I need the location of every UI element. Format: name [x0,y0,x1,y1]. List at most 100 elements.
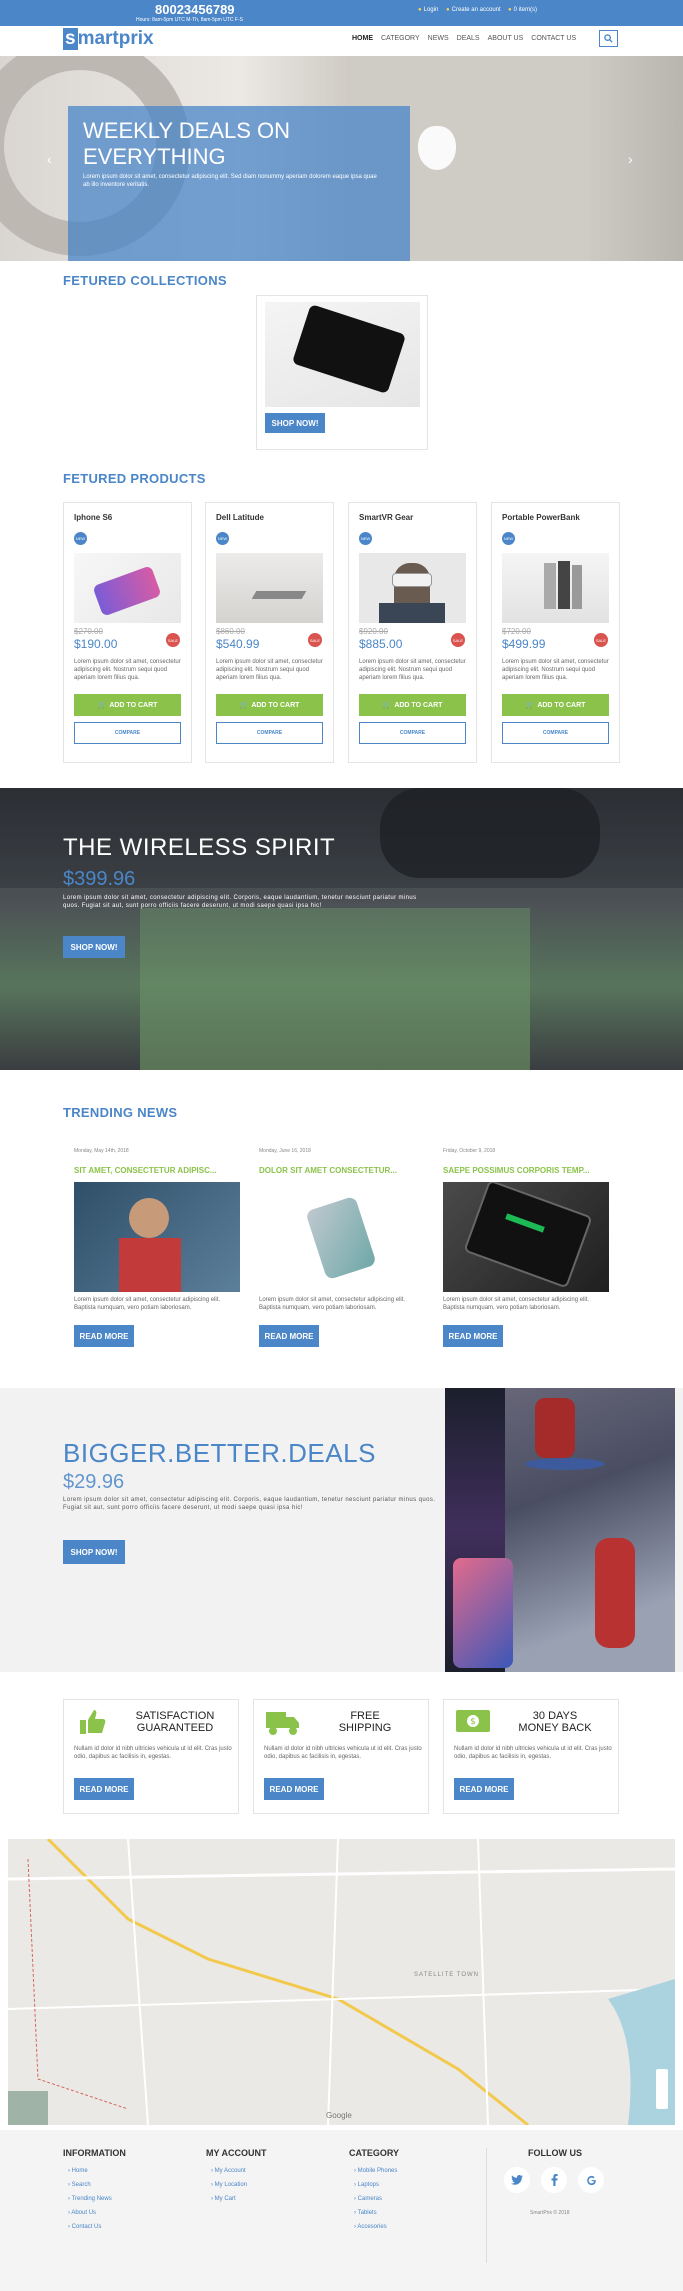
feature-read-more-button[interactable]: READ MORE [454,1778,514,1800]
news-text: Lorem ipsum dolor sit amet, consectetur … [443,1297,590,1311]
feature-line2: SHIPPING [338,1722,392,1734]
read-more-button[interactable]: READ MORE [259,1325,319,1347]
facebook-button[interactable] [541,2167,567,2193]
create-account-link[interactable]: ● Create an account [446,7,501,13]
sale-badge: SALE [166,633,180,647]
footer: INFORMATION › Home › Search › Trending N… [0,2130,683,2291]
news-heading[interactable]: SIT AMET, CONSECTETUR ADIPISC... [74,1166,217,1175]
feature-card: SATISFACTION GUARANTEED Nullam id dolor i… [63,1699,239,1814]
money-icon: $ [456,1710,490,1732]
new-badge: NEW [502,532,515,545]
old-price: $860.00 [216,627,245,636]
news-heading[interactable]: SAEPE POSSIMUS CORPORIS TEMP... [443,1166,590,1175]
footer-link[interactable]: › About Us [68,2206,112,2220]
footer-follow-title: FOLLOW US [528,2148,582,2158]
compare-button[interactable]: COMPARE [359,722,466,744]
hero-title: WEEKLY DEALS ON EVERYTHING [83,118,291,169]
map-roads [8,1839,675,2125]
login-link[interactable]: ● Login [418,7,438,13]
product-card: Dell Latitude NEW $860.00 $540.99 SALE L… [205,502,334,763]
add-to-cart-button[interactable]: 🛒 ADD TO CART [216,694,323,716]
compare-button[interactable]: COMPARE [74,722,181,744]
compare-button[interactable]: COMPARE [502,722,609,744]
nav-home[interactable]: HOME [352,35,373,42]
footer-link[interactable]: › My Account [211,2164,247,2178]
zoom-controls[interactable] [656,2069,668,2109]
cart-icon: 🛒 [97,702,107,709]
deals-banner: BIGGER.BETTER.DEALS $29.96 Lorem ipsum d… [0,1388,683,1672]
google-plus-button[interactable] [578,2167,604,2193]
footer-link[interactable]: › Search [68,2178,112,2192]
add-to-cart-button[interactable]: 🛒 ADD TO CART [74,694,181,716]
footer-link[interactable]: › My Cart [211,2192,247,2206]
footer-link[interactable]: › Trending News [68,2192,112,2206]
user-icon: ● [446,7,450,13]
logo-text: martprix [77,28,154,49]
nav-contact[interactable]: CONTACT US [531,35,576,42]
featured-collections-title: FETURED COLLECTIONS [63,273,227,288]
feature-line1: 30 DAYS [532,1710,578,1722]
news-date: Friday, October 9, 2018 [443,1148,496,1154]
product-name[interactable]: Portable PowerBank [502,513,580,522]
nav-deals[interactable]: DEALS [457,35,480,42]
cart-link[interactable]: ● 0 item(s) [508,7,537,13]
footer-link[interactable]: › Home [68,2164,112,2178]
footer-link[interactable]: › Accesories [354,2220,397,2234]
wireless-text: Lorem ipsum dolor sit amet, consectetur … [63,895,417,909]
trending-news-title: TRENDING NEWS [63,1105,178,1120]
footer-link[interactable]: › Mobile Phones [354,2164,397,2178]
footer-category-title: CATEGORY [349,2148,400,2158]
feature-text: Nullam id dolor id nibh ultricies vehicu… [74,1746,232,1760]
lock-icon: ● [418,7,422,13]
nav-news[interactable]: NEWS [428,35,449,42]
old-price: $920.00 [359,627,388,636]
cart-icon: 🛒 [239,702,249,709]
product-name[interactable]: Dell Latitude [216,513,264,522]
product-name[interactable]: SmartVR Gear [359,513,413,522]
next-arrow-icon[interactable]: › [628,151,633,167]
footer-link[interactable]: › My Location [211,2178,247,2192]
feature-read-more-button[interactable]: READ MORE [74,1778,134,1800]
footer-category-links: › Mobile Phones › Laptops › Cameras › Ta… [354,2164,397,2234]
wireless-shop-button[interactable]: SHOP NOW! [63,936,125,958]
new-badge: NEW [359,532,372,545]
google-icon [586,2175,596,2185]
twitter-button[interactable] [504,2167,530,2193]
news-text: Lorem ipsum dolor sit amet, consectetur … [74,1297,221,1311]
feature-read-more-button[interactable]: READ MORE [264,1778,324,1800]
product-image-powerbank [502,553,609,623]
nav-category[interactable]: CATEGORY [381,35,420,42]
news-image-child [74,1182,240,1292]
main-nav: HOME CATEGORY NEWS DEALS ABOUT US CONTAC… [352,35,576,42]
news-image-phone [259,1182,425,1292]
add-to-cart-button[interactable]: 🛒 ADD TO CART [502,694,609,716]
new-badge: NEW [216,532,229,545]
news-heading[interactable]: DOLOR SIT AMET CONSECTETUR... [259,1166,397,1175]
map[interactable]: SATELLITE TOWN Google [8,1839,675,2125]
logo[interactable]: s martprix [63,26,154,52]
news-text: Lorem ipsum dolor sit amet, consectetur … [259,1297,406,1311]
footer-link[interactable]: › Cameras [354,2192,397,2206]
collection-shop-button[interactable]: SHOP NOW! [265,413,325,433]
read-more-button[interactable]: READ MORE [443,1325,503,1347]
hero-caption: WEEKLY DEALS ON EVERYTHING Lorem ipsum d… [68,106,410,261]
read-more-button[interactable]: READ MORE [74,1325,134,1347]
prev-arrow-icon[interactable]: ‹ [47,151,52,167]
feature-line2: GUARANTEED [136,1722,214,1734]
price: $499.99 [502,637,546,651]
compare-button[interactable]: COMPARE [216,722,323,744]
footer-link[interactable]: › Laptops [354,2178,397,2192]
feature-title: FREE SHIPPING [306,1710,424,1734]
header: s martprix HOME CATEGORY NEWS DEALS ABOU… [0,26,683,56]
product-name[interactable]: Iphone S6 [74,513,112,522]
twitter-icon [511,2175,523,2185]
add-to-cart-button[interactable]: 🛒 ADD TO CART [359,694,466,716]
deals-price: $29.96 [63,1471,125,1493]
footer-link[interactable]: › Tablets [354,2206,397,2220]
search-button[interactable] [599,30,618,47]
deals-shop-button[interactable]: SHOP NOW! [63,1540,125,1564]
footer-link[interactable]: › Contact Us [68,2220,112,2234]
cart-icon: ● [508,7,512,13]
feature-text: Nullam id dolor id nibh ultricies vehicu… [264,1746,422,1760]
nav-about[interactable]: ABOUT US [488,35,524,42]
